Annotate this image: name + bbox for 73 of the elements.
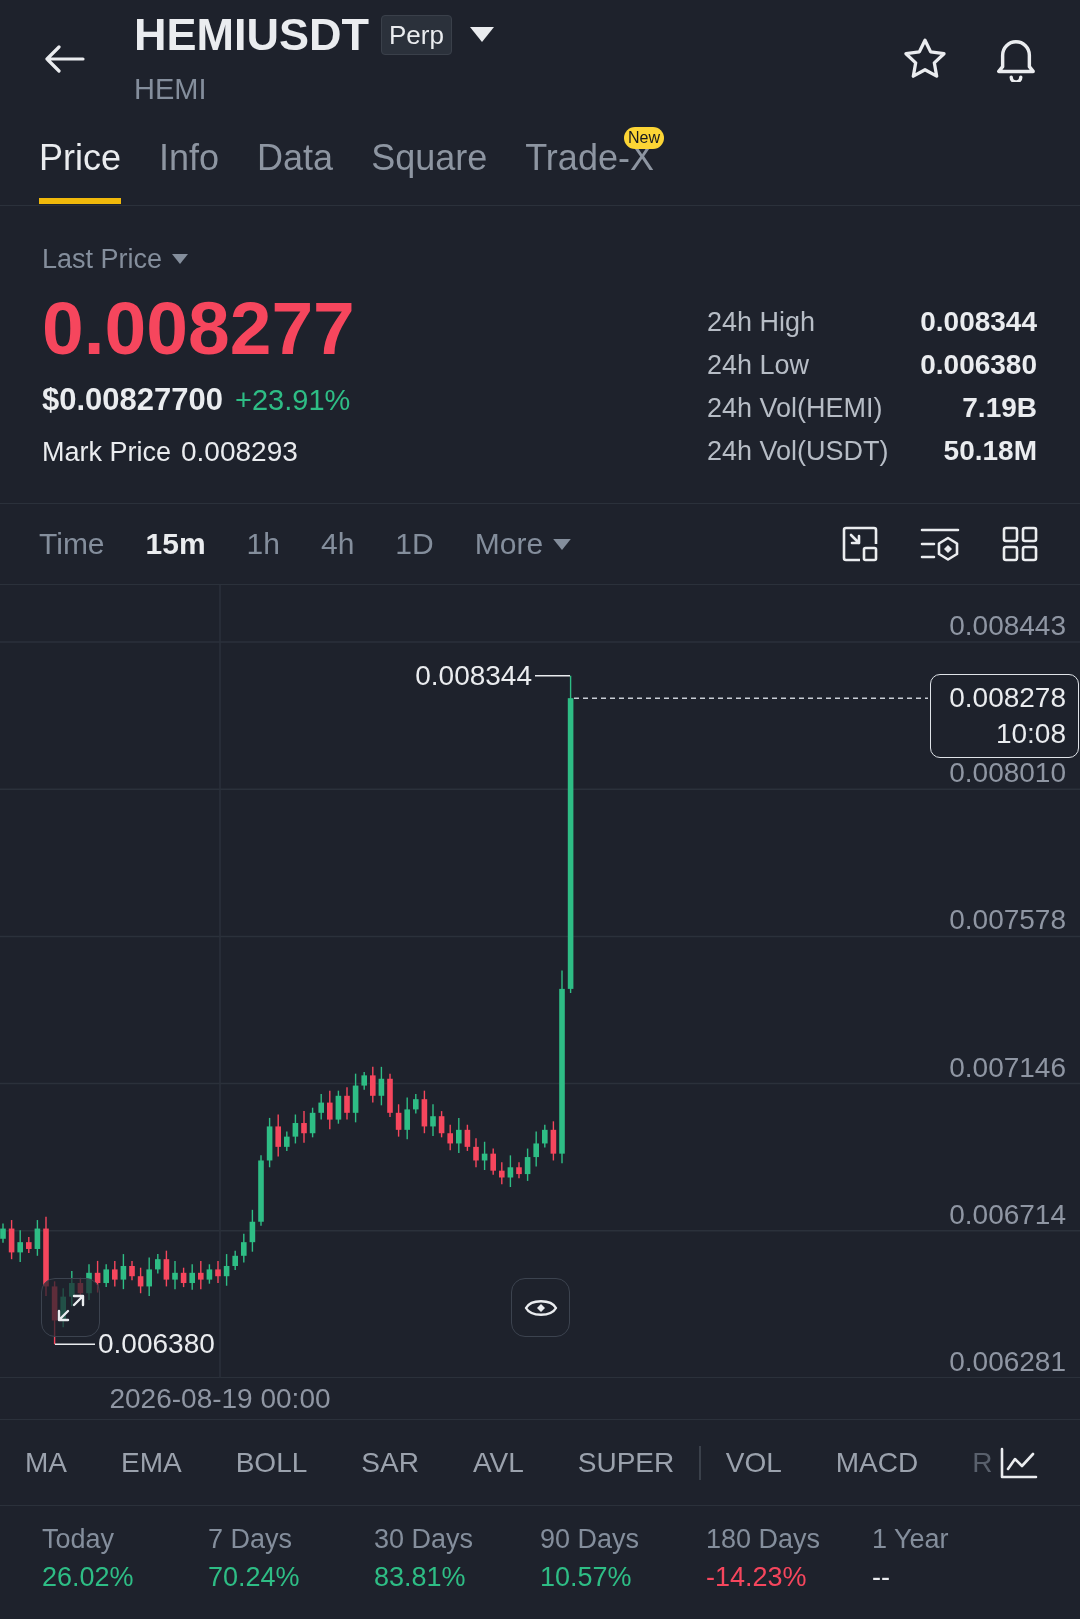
price-change: +23.91% <box>235 383 351 418</box>
period-change: 10.57% <box>540 1561 632 1594</box>
price-axis-label: 0.008443 <box>949 610 1066 642</box>
period-change: -14.23% <box>706 1561 807 1594</box>
period-change: 83.81% <box>374 1561 466 1594</box>
mark-price-value: 0.008293 <box>181 435 298 469</box>
price-type-selector[interactable]: Last Price <box>42 242 355 276</box>
period-label: 90 Days <box>540 1523 641 1556</box>
interval-option[interactable]: 1D <box>395 526 434 562</box>
list-settings-icon[interactable] <box>920 527 960 561</box>
tab[interactable]: Square <box>371 118 488 204</box>
high-price-label: 0.008344 <box>415 660 532 692</box>
interval-option[interactable]: Time <box>39 526 105 562</box>
interval-option[interactable]: 1h <box>246 526 280 562</box>
indicator-option[interactable]: SUPER <box>577 1445 675 1480</box>
window-resize-icon[interactable] <box>842 526 878 562</box>
new-badge: New <box>623 127 664 149</box>
mark-price-label: Mark Price <box>42 436 171 469</box>
indicator-option[interactable]: VOL <box>725 1445 782 1480</box>
period-change: 70.24% <box>208 1561 300 1594</box>
interval-option[interactable]: 15m <box>145 526 206 562</box>
high-price-leader <box>534 674 571 677</box>
price-axis-label: 0.008010 <box>949 757 1066 790</box>
visibility-toggle-button[interactable] <box>511 1278 570 1337</box>
tab[interactable]: Data <box>257 118 334 204</box>
stat-label: 24h Low <box>707 348 810 382</box>
indicator-option[interactable]: SAR <box>361 1445 419 1480</box>
chart-expand-button[interactable] <box>41 1278 100 1337</box>
low-price-leader <box>54 1343 96 1346</box>
stat-label: 24h Vol(USDT) <box>707 434 889 468</box>
indicator-option[interactable]: AVL <box>472 1445 524 1480</box>
indicator-option[interactable]: BOLL <box>235 1445 308 1480</box>
stat-value: 0.008344 <box>920 304 1037 339</box>
current-price-value: 0.008278 <box>949 681 1066 715</box>
price-axis-label: 0.006714 <box>949 1198 1066 1231</box>
caret-down-icon <box>553 538 572 550</box>
price-axis-label: 0.007578 <box>949 904 1066 937</box>
stat-value: 50.18M <box>943 433 1037 468</box>
period-change: -- <box>872 1561 890 1594</box>
last-price: 0.008277 <box>42 292 355 364</box>
back-arrow-icon[interactable] <box>44 45 85 73</box>
stat-value: 7.19B <box>962 390 1037 425</box>
period-label: 30 Days <box>374 1523 475 1556</box>
contract-type-tag: Perp <box>381 14 452 55</box>
indicator-option[interactable]: EMA <box>121 1445 182 1480</box>
interval-option[interactable]: 4h <box>321 526 355 562</box>
period-label: 1 Year <box>872 1523 950 1556</box>
period-change: 26.02% <box>42 1561 134 1594</box>
stat-label: 24h High <box>707 305 816 339</box>
line-chart-icon[interactable] <box>1000 1446 1038 1479</box>
period-label: 7 Days <box>208 1523 294 1556</box>
tab[interactable]: Price <box>39 118 122 204</box>
dropdown-caret-icon <box>469 27 494 42</box>
tab[interactable]: Info <box>159 118 220 204</box>
time-axis-label: 2026-08-19 00:00 <box>109 1382 331 1416</box>
price-axis-label: 0.006281 <box>949 1346 1066 1378</box>
stat-value: 0.006380 <box>920 347 1037 382</box>
pair-title[interactable]: HEMIUSDT <box>134 12 369 57</box>
indicator-option[interactable]: MACD <box>835 1445 919 1480</box>
grid-icon[interactable] <box>1002 526 1038 562</box>
expand-arrows-icon <box>55 1292 86 1323</box>
countdown-timer: 10:08 <box>995 717 1066 751</box>
interval-option[interactable]: More <box>474 526 572 562</box>
low-price-label: 0.006380 <box>98 1328 215 1360</box>
period-label: 180 Days <box>706 1523 822 1556</box>
star-icon[interactable] <box>903 38 947 80</box>
usd-price: $0.00827700 <box>42 382 224 418</box>
pair-subtitle: HEMI <box>134 72 208 106</box>
caret-down-icon <box>172 254 189 264</box>
indicator-option[interactable]: MA <box>25 1445 67 1480</box>
stat-label: 24h Vol(HEMI) <box>707 391 883 425</box>
period-label: Today <box>42 1523 116 1556</box>
price-axis-label: 0.007146 <box>949 1051 1066 1084</box>
